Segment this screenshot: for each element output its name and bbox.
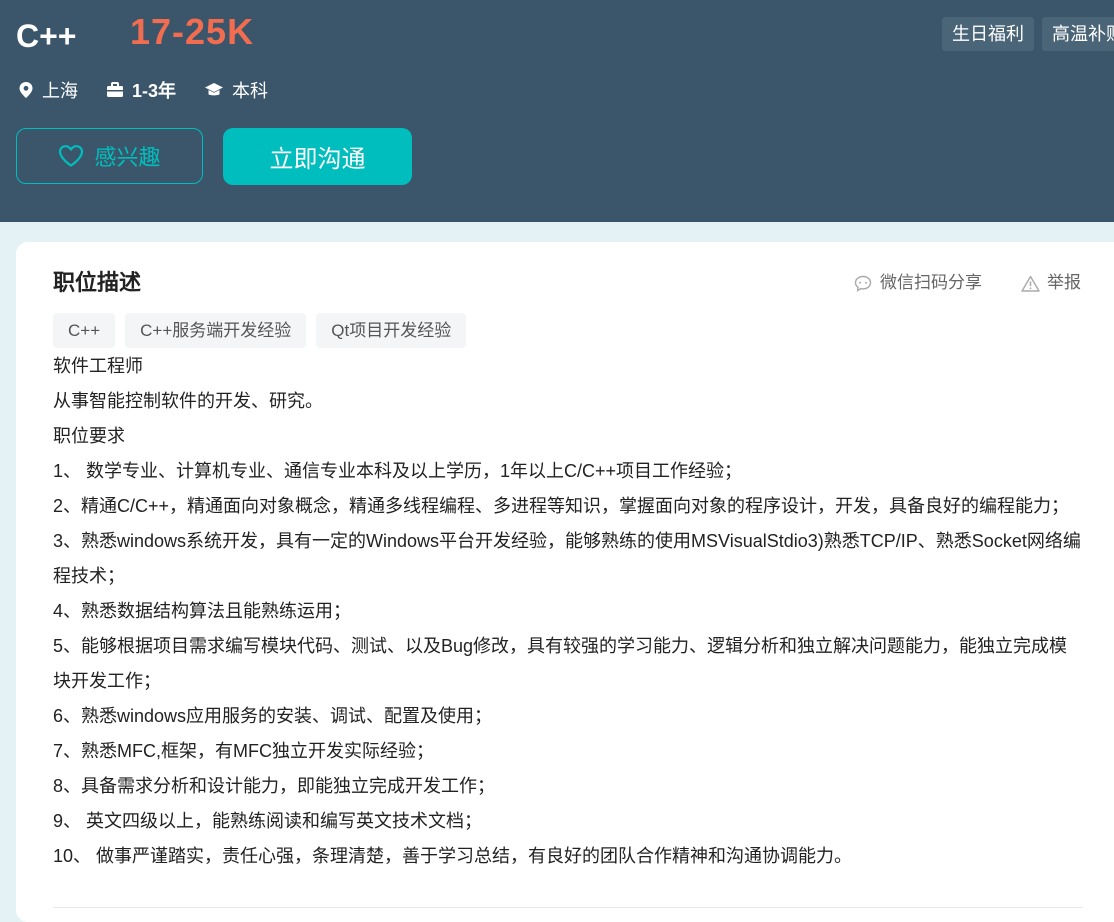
briefcase-icon <box>107 82 123 97</box>
experience-label: 1-3年 <box>132 81 177 101</box>
job-header: C++ 17-25K 生日福利 高温补贴 上海 1-3年 本科 <box>0 0 1114 222</box>
description-line: 软件工程师 <box>53 356 143 376</box>
interest-label: 感兴趣 <box>94 145 161 170</box>
job-description-card: 职位描述 微信扫码分享 举报 C++ C++服务端开发经验 Qt项目开发经验 软… <box>16 242 1114 922</box>
description-line: 9、 英文四级以上，能熟练阅读和编写英文技术文档； <box>53 811 483 831</box>
description-line: 10、 做事严谨踏实，责任心强，条理清楚，善于学习总结，有良好的团队合作精神和沟… <box>53 846 853 866</box>
divider <box>53 907 1083 908</box>
salary: 17-25K <box>130 11 255 52</box>
description-line: 3、熟悉windows系统开发，具有一定的Windows平台开发经验，能够熟练的… <box>53 531 1081 586</box>
benefit-tag: 生日福利 <box>942 17 1034 51</box>
description-line: 1、 数学专业、计算机专业、通信专业本科及以上学历，1年以上C/C++项目工作经… <box>53 461 743 481</box>
graduation-cap-icon <box>205 83 224 96</box>
description-line: 8、具备需求分析和设计能力，即能独立完成开发工作； <box>53 776 496 796</box>
interest-button[interactable]: 感兴趣 <box>16 128 203 184</box>
degree-label: 本科 <box>232 81 269 101</box>
chat-bubble-icon <box>854 275 872 292</box>
skill-tags: C++ C++服务端开发经验 Qt项目开发经验 <box>53 313 476 348</box>
job-meta: 上海 1-3年 本科 <box>18 77 296 103</box>
chat-now-button[interactable]: 立即沟通 <box>223 128 412 185</box>
description-line: 5、能够根据项目需求编写模块代码、测试、以及Bug修改，具有较强的学习能力、逻辑… <box>53 636 1068 691</box>
skill-tag: C++服务端开发经验 <box>125 313 307 348</box>
job-title: C++ <box>16 18 77 54</box>
description-line: 7、熟悉MFC,框架，有MFC独立开发实际经验； <box>53 741 434 761</box>
meta-experience: 1-3年 <box>106 77 176 103</box>
description-line: 从事智能控制软件的开发、研究。 <box>53 391 323 411</box>
section-title: 职位描述 <box>53 270 142 295</box>
description-line: 4、熟悉数据结构算法且能熟练运用； <box>53 601 352 621</box>
report-link[interactable]: 举报 <box>1021 271 1081 295</box>
skill-tag: C++ <box>53 313 116 348</box>
meta-location: 上海 <box>18 77 78 103</box>
description-line: 职位要求 <box>53 426 125 446</box>
meta-degree: 本科 <box>204 77 268 103</box>
skill-tag: Qt项目开发经验 <box>316 313 467 348</box>
description-line: 6、熟悉windows应用服务的安装、调试、配置及使用； <box>53 706 493 726</box>
share-label: 微信扫码分享 <box>880 273 982 292</box>
job-description-text: 软件工程师 从事智能控制软件的开发、研究。 职位要求 1、 数学专业、计算机专业… <box>53 349 1083 874</box>
location-icon <box>19 82 33 98</box>
heart-icon <box>59 145 84 167</box>
benefit-tag: 高温补贴 <box>1042 17 1114 51</box>
description-line: 2、精通C/C++，精通面向对象概念，精通多线程编程、多进程等知识，掌握面向对象… <box>53 496 1070 516</box>
warning-icon <box>1021 275 1040 292</box>
wechat-share-link[interactable]: 微信扫码分享 <box>854 271 982 295</box>
report-label: 举报 <box>1047 273 1081 292</box>
location-label: 上海 <box>42 81 78 101</box>
